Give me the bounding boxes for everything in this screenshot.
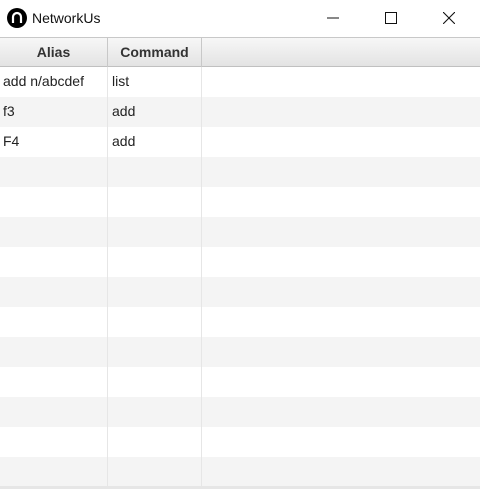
table-row[interactable]: [0, 427, 480, 457]
cell-command[interactable]: add: [108, 97, 202, 127]
table-row[interactable]: add n/abcdef list: [0, 67, 480, 97]
cell-command[interactable]: [108, 157, 202, 187]
cell-filler: [202, 157, 480, 187]
cell-filler: [202, 277, 480, 307]
cell-alias[interactable]: [0, 157, 108, 187]
cell-alias[interactable]: add n/abcdef: [0, 67, 108, 97]
table-row[interactable]: [0, 337, 480, 367]
table-row[interactable]: f3 add: [0, 97, 480, 127]
cell-filler: [202, 307, 480, 337]
minimize-button[interactable]: [310, 0, 356, 36]
cell-filler: [202, 187, 480, 217]
cell-command[interactable]: [108, 367, 202, 397]
cell-filler: [202, 397, 480, 427]
table-row[interactable]: [0, 217, 480, 247]
table-header: Alias Command: [0, 37, 480, 67]
cell-filler: [202, 247, 480, 277]
cell-alias[interactable]: [0, 187, 108, 217]
cell-alias[interactable]: [0, 307, 108, 337]
cell-command[interactable]: add: [108, 127, 202, 157]
table-row[interactable]: [0, 307, 480, 337]
cell-filler: [202, 67, 480, 97]
cell-alias[interactable]: [0, 217, 108, 247]
cell-command[interactable]: [108, 217, 202, 247]
cell-filler: [202, 97, 480, 127]
cell-command[interactable]: [108, 337, 202, 367]
column-header-alias[interactable]: Alias: [0, 38, 108, 67]
table-row[interactable]: [0, 277, 480, 307]
cell-alias[interactable]: [0, 367, 108, 397]
table-body: add n/abcdef list f3 add F4 add: [0, 67, 480, 487]
column-header-filler: [202, 38, 480, 67]
app-logo-icon: [7, 8, 27, 28]
maximize-icon: [385, 12, 397, 24]
cell-alias[interactable]: [0, 427, 108, 457]
cell-filler: [202, 127, 480, 157]
table-row[interactable]: [0, 367, 480, 397]
cell-command[interactable]: [108, 247, 202, 277]
table-row[interactable]: [0, 187, 480, 217]
table-row[interactable]: [0, 457, 480, 487]
window-title: NetworkUs: [32, 10, 101, 26]
cell-command[interactable]: [108, 277, 202, 307]
cell-command[interactable]: [108, 307, 202, 337]
cell-alias[interactable]: F4: [0, 127, 108, 157]
title-bar[interactable]: NetworkUs: [0, 0, 480, 37]
cell-command[interactable]: [108, 187, 202, 217]
cell-alias[interactable]: [0, 337, 108, 367]
cell-command[interactable]: [108, 457, 202, 487]
cell-filler: [202, 427, 480, 457]
cell-alias[interactable]: [0, 277, 108, 307]
close-button[interactable]: [426, 0, 472, 36]
cell-alias[interactable]: [0, 397, 108, 427]
minimize-icon: [327, 17, 339, 19]
cell-command[interactable]: list: [108, 67, 202, 97]
alias-table[interactable]: Alias Command add n/abcdef list f3 add F4 add: [0, 37, 480, 489]
cell-filler: [202, 217, 480, 247]
cell-alias[interactable]: [0, 247, 108, 277]
cell-alias[interactable]: f3: [0, 97, 108, 127]
cell-filler: [202, 367, 480, 397]
cell-command[interactable]: [108, 397, 202, 427]
cell-filler: [202, 457, 480, 487]
table-row[interactable]: [0, 397, 480, 427]
maximize-button[interactable]: [368, 0, 414, 36]
table-row[interactable]: [0, 247, 480, 277]
table-row[interactable]: F4 add: [0, 127, 480, 157]
table-row[interactable]: [0, 157, 480, 187]
close-icon: [443, 12, 455, 24]
cell-alias[interactable]: [0, 457, 108, 487]
cell-filler: [202, 337, 480, 367]
column-header-command[interactable]: Command: [108, 38, 202, 67]
cell-command[interactable]: [108, 427, 202, 457]
